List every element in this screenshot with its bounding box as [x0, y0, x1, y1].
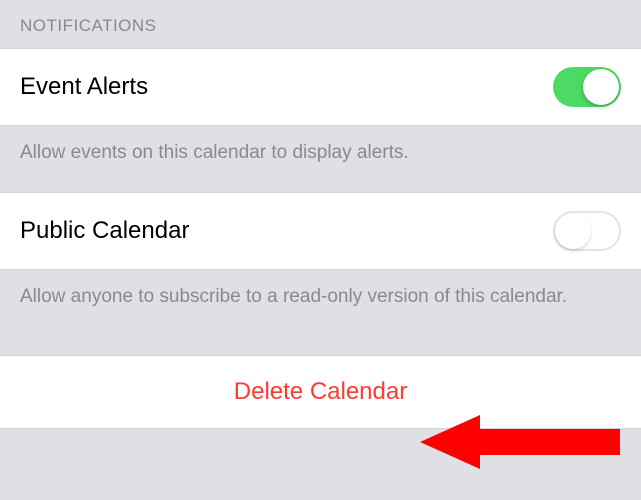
- event-alerts-toggle[interactable]: [553, 67, 621, 107]
- toggle-knob: [583, 69, 619, 105]
- toggle-knob: [555, 213, 591, 249]
- event-alerts-row[interactable]: Event Alerts: [0, 48, 641, 126]
- public-calendar-label: Public Calendar: [20, 217, 189, 245]
- public-calendar-toggle[interactable]: [553, 211, 621, 251]
- public-calendar-row[interactable]: Public Calendar: [0, 192, 641, 270]
- public-calendar-footer: Allow anyone to subscribe to a read-only…: [0, 270, 641, 336]
- delete-calendar-button[interactable]: Delete Calendar: [0, 355, 641, 429]
- notifications-section-header: NOTIFICATIONS: [0, 0, 641, 48]
- event-alerts-label: Event Alerts: [20, 73, 148, 101]
- spacer: [0, 335, 641, 355]
- event-alerts-footer: Allow events on this calendar to display…: [0, 126, 641, 192]
- delete-calendar-label: Delete Calendar: [234, 378, 407, 405]
